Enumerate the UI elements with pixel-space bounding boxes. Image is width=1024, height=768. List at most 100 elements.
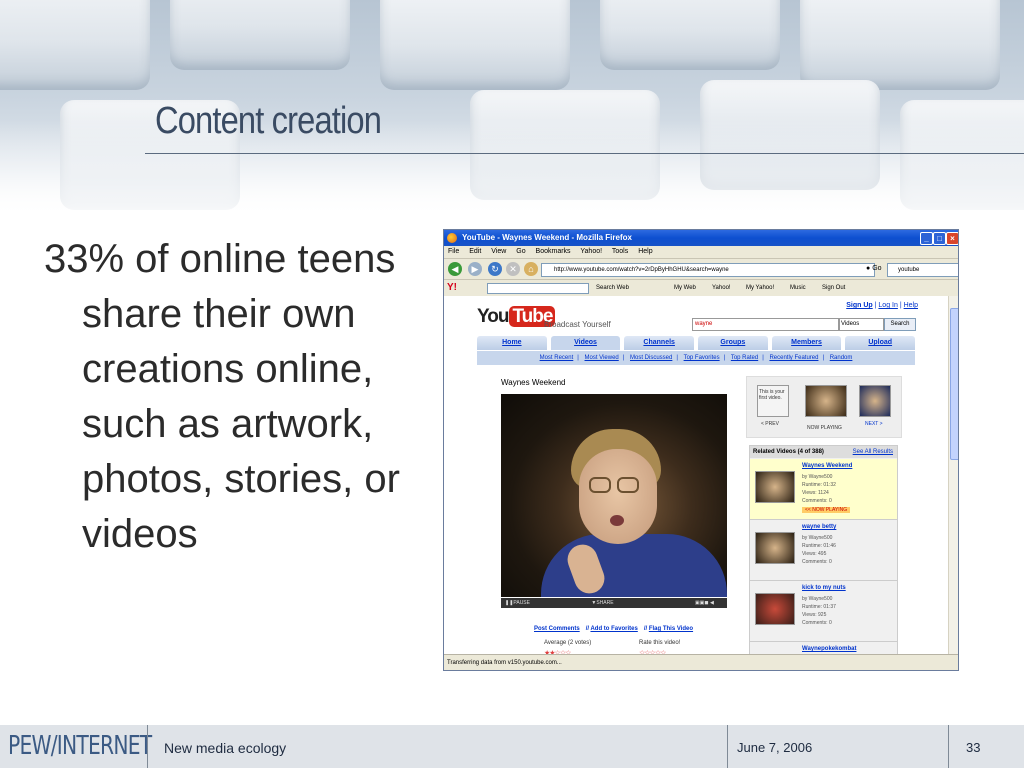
tab-channels[interactable]: Channels xyxy=(624,336,695,350)
pause-button[interactable]: ❚❚PAUSE xyxy=(505,600,530,606)
reload-icon[interactable]: ↻ xyxy=(488,262,502,276)
related-title[interactable]: Waynepokekombat xyxy=(802,646,856,652)
minimize-icon[interactable]: _ xyxy=(920,232,933,245)
menu-help[interactable]: Help xyxy=(638,248,652,255)
youtube-search-input[interactable]: wayne xyxy=(692,318,840,331)
youtube-search-button[interactable]: Search xyxy=(884,318,916,331)
forward-arrow-icon[interactable]: ▶ xyxy=(468,262,482,276)
related-item[interactable]: kick to my nuts by Wayne500 Runtime: 01:… xyxy=(750,581,897,642)
yahoo-button[interactable]: Yahoo! xyxy=(712,280,731,296)
related-thumb[interactable] xyxy=(755,471,795,503)
related-views: Views: 925 xyxy=(802,612,827,618)
average-rating-label: Average (2 votes) xyxy=(544,640,592,646)
browser-search-input[interactable]: youtube xyxy=(887,263,958,277)
key-shape xyxy=(380,0,570,90)
related-by[interactable]: by Wayne500 xyxy=(802,595,836,603)
footer-date: June 7, 2006 xyxy=(737,740,813,755)
share-button[interactable]: ▼SHARE xyxy=(591,600,613,606)
menu-tools[interactable]: Tools xyxy=(612,248,628,255)
subnav-random[interactable]: Random xyxy=(830,355,853,361)
sign-out-button[interactable]: Sign Out xyxy=(822,280,845,296)
log-in-link[interactable]: Log In xyxy=(878,302,897,309)
go-button[interactable]: ● Go xyxy=(866,263,882,275)
slide-footer: PEW/INTERNET New media ecology June 7, 2… xyxy=(0,725,1024,768)
menu-yahoo[interactable]: Yahoo! xyxy=(580,248,602,255)
related-by[interactable]: by Wayne500 xyxy=(802,473,836,481)
tab-videos[interactable]: Videos xyxy=(550,336,621,350)
subnav-most-recent[interactable]: Most Recent xyxy=(540,355,574,361)
key-shape xyxy=(600,0,780,70)
related-thumb[interactable] xyxy=(755,593,795,625)
menu-go[interactable]: Go xyxy=(516,248,525,255)
subnav-most-discussed[interactable]: Most Discussed xyxy=(630,355,672,361)
address-bar[interactable]: http://www.youtube.com/watch?v=2rDpByHhG… xyxy=(541,263,875,277)
next-thumb[interactable] xyxy=(859,385,891,417)
tab-home[interactable]: Home xyxy=(477,336,547,350)
video-strip: This is your first video. < PREV NOW PLA… xyxy=(746,376,902,438)
prev-link[interactable]: < PREV xyxy=(761,421,779,427)
scrollbar-thumb[interactable] xyxy=(950,308,958,460)
music-button[interactable]: Music xyxy=(790,280,806,296)
logo-you: You xyxy=(477,306,510,327)
related-title[interactable]: kick to my nuts xyxy=(802,585,846,591)
sign-up-link[interactable]: Sign Up xyxy=(846,302,872,309)
post-comments-link[interactable]: Post Comments xyxy=(534,626,580,632)
tab-upload[interactable]: Upload xyxy=(845,336,916,350)
subnav-most-viewed[interactable]: Most Viewed xyxy=(585,355,619,361)
pause-label: PAUSE xyxy=(513,600,530,606)
add-to-favorites-link[interactable]: Add to Favorites xyxy=(590,626,637,632)
navigation-toolbar: ◀ ▶ ↻ ✕ ⌂ http://www.youtube.com/watch?v… xyxy=(444,259,958,280)
next-link[interactable]: NEXT > xyxy=(865,421,883,427)
video-frame-mouth xyxy=(610,515,624,526)
close-icon[interactable]: × xyxy=(946,232,958,245)
search-web-button[interactable]: Search Web xyxy=(596,280,629,296)
background-fade xyxy=(0,120,1024,215)
window-titlebar: YouTube - Waynes Weekend - Mozilla Firef… xyxy=(444,230,958,246)
back-arrow-icon[interactable]: ◀ xyxy=(448,262,462,276)
yahoo-logo-icon[interactable]: Y! xyxy=(447,282,457,294)
related-item[interactable]: Waynepokekombat xyxy=(750,642,897,654)
now-playing-thumb[interactable] xyxy=(805,385,847,417)
my-yahoo-button[interactable]: My Yahoo! xyxy=(746,280,774,296)
flag-video-link[interactable]: Flag This Video xyxy=(649,626,693,632)
menu-bookmarks[interactable]: Bookmarks xyxy=(536,248,571,255)
related-title[interactable]: Waynes Weekend xyxy=(802,463,852,469)
my-web-button[interactable]: My Web xyxy=(674,280,696,296)
related-meta: by Wayne500 Runtime: 01:32 Views: 1124 C… xyxy=(802,473,836,505)
subnav-recently-featured[interactable]: Recently Featured xyxy=(769,355,818,361)
help-link[interactable]: Help xyxy=(904,302,918,309)
related-item[interactable]: wayne betty by Wayne500 Runtime: 01:46 V… xyxy=(750,520,897,581)
page-scrollbar[interactable] xyxy=(948,296,958,654)
firefox-icon xyxy=(447,233,457,243)
maximize-icon[interactable]: □ xyxy=(933,232,946,245)
yahoo-search-input[interactable] xyxy=(487,283,589,294)
video-player[interactable] xyxy=(501,394,727,597)
share-label: SHARE xyxy=(596,600,614,606)
tab-members[interactable]: Members xyxy=(771,336,842,350)
menu-view[interactable]: View xyxy=(491,248,506,255)
pew-internet-logo: PEW/INTERNET xyxy=(8,731,152,761)
related-views: Views: 1124 xyxy=(802,490,829,496)
youtube-slogan: Broadcast Yourself xyxy=(544,320,611,329)
video-title: Waynes Weekend xyxy=(501,378,566,387)
stop-icon[interactable]: ✕ xyxy=(506,262,520,276)
search-type-select[interactable]: Videos xyxy=(838,318,884,331)
home-icon[interactable]: ⌂ xyxy=(524,262,538,276)
browser-screenshot: YouTube - Waynes Weekend - Mozilla Firef… xyxy=(443,229,959,671)
go-label: Go xyxy=(872,265,882,272)
menu-edit[interactable]: Edit xyxy=(469,248,481,255)
related-item[interactable]: Waynes Weekend by Wayne500 Runtime: 01:3… xyxy=(750,459,897,520)
key-shape xyxy=(0,0,150,90)
first-video-text: This is your first video. xyxy=(759,389,785,401)
related-title[interactable]: wayne betty xyxy=(802,524,836,530)
related-thumb[interactable] xyxy=(755,532,795,564)
subnav-top-favorites[interactable]: Top Favorites xyxy=(684,355,720,361)
menu-file[interactable]: File xyxy=(448,248,459,255)
tab-groups[interactable]: Groups xyxy=(698,336,768,350)
player-mode-icons[interactable]: ▣▣◼ ◀ xyxy=(695,600,714,606)
related-by[interactable]: by Wayne500 xyxy=(802,534,836,542)
slide-bullet: 33% of online teens share their own crea… xyxy=(44,232,462,562)
see-all-link[interactable]: See All Results xyxy=(853,446,893,458)
rate-video-label: Rate this video! xyxy=(639,640,681,646)
subnav-top-rated[interactable]: Top Rated xyxy=(731,355,758,361)
